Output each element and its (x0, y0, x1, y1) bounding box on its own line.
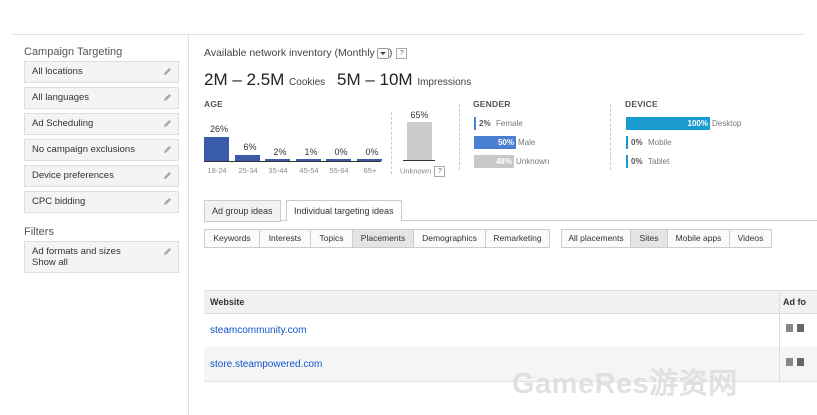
gender-pct: 50% (497, 138, 514, 147)
table-header: Website Ad fo (204, 290, 817, 314)
sidebar-item-cpc-bidding[interactable]: CPC bidding (24, 191, 179, 213)
age-unknown-text: Unknown (400, 166, 432, 176)
age-pct-label: 26% (209, 124, 228, 134)
age-range-label: 45-54 (299, 166, 319, 175)
age-unknown-label: Unknown? (400, 166, 446, 177)
pencil-icon[interactable] (162, 118, 173, 129)
subtab-placements[interactable]: Placements (352, 229, 414, 248)
help-icon[interactable]: ? (434, 166, 446, 177)
pencil-icon[interactable] (162, 92, 173, 103)
device-pct: 0% (631, 157, 643, 166)
sidebar-item-label: All languages (32, 92, 90, 103)
pencil-icon[interactable] (162, 246, 173, 257)
age-range-label: 65+ (363, 166, 377, 175)
device-bar (626, 155, 628, 168)
age-range-label: 25-34 (238, 166, 258, 175)
age-bar (204, 137, 229, 161)
age-label: AGE (204, 99, 224, 109)
image-ad-icon (797, 324, 804, 332)
column-ad-formats: Ad fo (783, 297, 806, 307)
pencil-icon[interactable] (162, 144, 173, 155)
subtab-remarketing[interactable]: Remarketing (485, 229, 550, 248)
campaign-targeting-title: Campaign Targeting (24, 46, 123, 58)
subtab-sites[interactable]: Sites (630, 229, 668, 248)
sidebar-item-locations[interactable]: All locations (24, 61, 179, 83)
impressions-value: 5M – 10M (337, 70, 413, 89)
text-ad-icon (786, 324, 793, 332)
cookies-label: Cookies (289, 77, 326, 88)
table-row: steamcommunity.com (204, 313, 817, 348)
gender-pct: 48% (495, 157, 512, 166)
gender-name: Male (518, 138, 536, 147)
sidebar-item-label: All locations (32, 66, 83, 77)
age-range-label: 18-24 (207, 166, 227, 175)
pencil-icon[interactable] (162, 170, 173, 181)
sidebar-item-ad-scheduling[interactable]: Ad Scheduling (24, 113, 179, 135)
inventory-title: Available network inventory (Monthly)? (204, 47, 408, 59)
subtab-topics[interactable]: Topics (310, 229, 353, 248)
column-divider (779, 290, 780, 382)
age-range-label: 55-64 (329, 166, 349, 175)
sidebar-item-languages[interactable]: All languages (24, 87, 179, 109)
subtab-all-placements[interactable]: All placements (561, 229, 631, 248)
sidebar-item-label: CPC bidding (32, 196, 86, 207)
age-pct-label: 2% (273, 147, 287, 157)
age-pct-label: 0% (334, 147, 348, 157)
subtab-videos[interactable]: Videos (729, 229, 772, 248)
gender-divider (459, 104, 460, 170)
text-ad-icon (786, 358, 793, 366)
sidebar-item-label: Ad Scheduling (32, 118, 94, 129)
cookies-stat: 2M – 2.5M Cookies (204, 70, 325, 90)
impressions-label: Impressions (417, 77, 472, 88)
device-name: Mobile (648, 138, 672, 147)
image-ad-icon (797, 358, 804, 366)
sidebar-item-device-preferences[interactable]: Device preferences (24, 165, 179, 187)
age-unknown-pct: 65% (410, 110, 429, 120)
sidebar-item-label: Device preferences (32, 170, 114, 181)
chevron-down-icon[interactable] (376, 47, 389, 59)
pencil-icon[interactable] (162, 66, 173, 77)
age-unknown-bar (407, 122, 432, 161)
device-pct: 100% (687, 119, 708, 128)
filters-title: Filters (24, 226, 54, 238)
sidebar-item-exclusions[interactable]: No campaign exclusions (24, 139, 179, 161)
watermark: GameRes游资网 (512, 368, 738, 400)
ad-formats-label: Ad formats and sizes (32, 246, 121, 257)
pencil-icon[interactable] (162, 196, 173, 207)
age-range-label: 35-44 (268, 166, 288, 175)
age-pct-label: 0% (365, 147, 379, 157)
website-link[interactable]: steamcommunity.com (210, 325, 307, 336)
gender-pct: 2% (479, 119, 491, 128)
age-divider (391, 112, 392, 174)
website-link[interactable]: store.steampowered.com (210, 359, 322, 370)
column-website: Website (210, 297, 245, 307)
sidebar-item-ad-formats[interactable]: Ad formats and sizes Show all (24, 241, 179, 273)
gender-label: GENDER (473, 99, 511, 109)
subtab-demographics[interactable]: Demographics (413, 229, 486, 248)
device-pct: 0% (631, 138, 643, 147)
ad-formats-value: Show all (32, 257, 68, 268)
sidebar-item-label: No campaign exclusions (32, 144, 135, 155)
subtab-mobile-apps[interactable]: Mobile apps (667, 229, 730, 248)
device-divider (610, 104, 611, 170)
age-baseline (204, 161, 381, 162)
age-pct-label: 6% (243, 142, 257, 152)
device-name: Tablet (648, 157, 670, 166)
device-label: DEVICE (625, 99, 658, 109)
help-icon[interactable]: ? (396, 47, 408, 59)
cookies-value: 2M – 2.5M (204, 70, 285, 89)
inventory-title-text: Available network inventory (Monthly (204, 47, 375, 59)
gender-name: Female (496, 119, 523, 128)
tab-ad-group-ideas[interactable]: Ad group ideas (204, 200, 281, 222)
subtab-interests[interactable]: Interests (259, 229, 311, 248)
subtab-keywords[interactable]: Keywords (204, 229, 260, 248)
gender-name: Unknown (516, 157, 550, 166)
age-unknown-baseline (403, 160, 435, 161)
age-pct-label: 1% (304, 147, 318, 157)
tab-individual-targeting-ideas[interactable]: Individual targeting ideas (286, 200, 402, 222)
impressions-stat: 5M – 10M Impressions (337, 70, 471, 90)
device-bar (626, 136, 628, 149)
device-name: Desktop (712, 119, 742, 128)
gender-bar (474, 117, 476, 130)
